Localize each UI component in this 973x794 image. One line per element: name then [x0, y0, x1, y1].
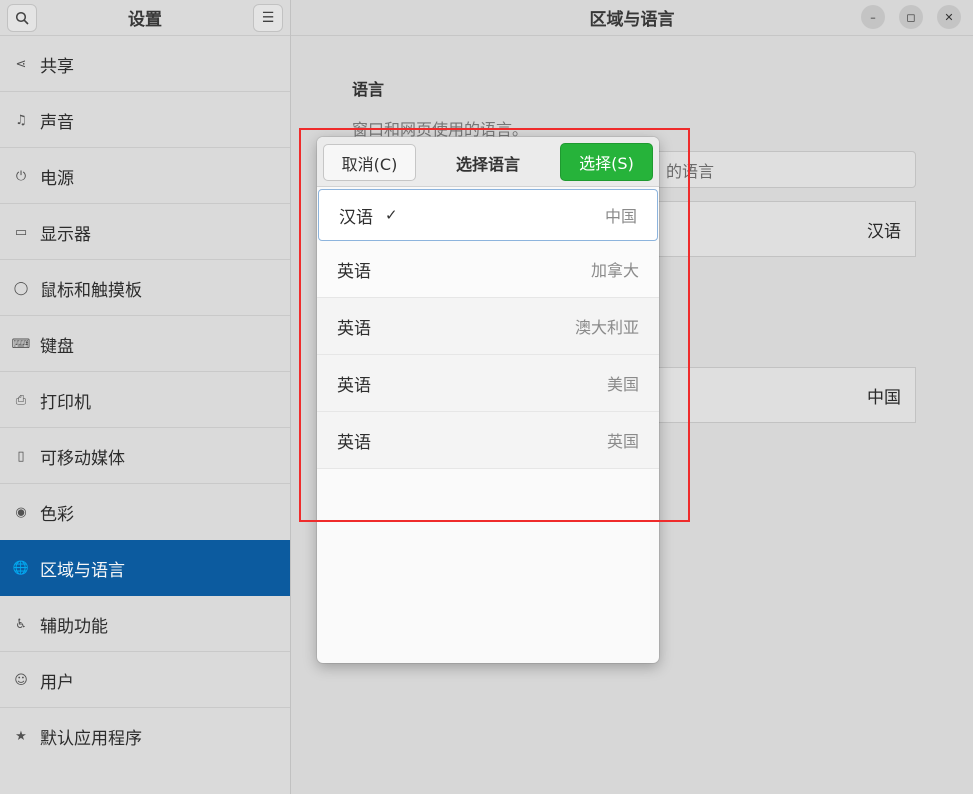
language-name: 汉语: [339, 207, 373, 228]
language-region: 美国: [606, 375, 639, 394]
language-list: 汉语 ✓ 中国 英语 加拿大 英语 澳大利亚 英语 美国 英语 英国: [317, 189, 659, 469]
language-option-left: 英语: [337, 314, 371, 339]
language-option[interactable]: 英语 加拿大: [317, 241, 659, 298]
language-name: 英语: [337, 261, 371, 282]
language-option[interactable]: 英语 英国: [317, 412, 659, 469]
language-option-left: 英语: [337, 371, 371, 396]
language-region: 加拿大: [590, 261, 639, 280]
select-language-dialog: 取消(C) 选择语言 选择(S) 汉语 ✓ 中国 英语 加拿大 英语 澳大利亚 英语 美国 英语英…: [317, 137, 659, 663]
language-region: 澳大利亚: [574, 318, 639, 337]
language-option-left: 英语: [337, 428, 371, 453]
language-name: 英语: [337, 432, 371, 453]
language-option-left: 汉语 ✓: [339, 203, 398, 228]
language-option-left: 英语: [337, 257, 371, 282]
dialog-header: 取消(C) 选择语言 选择(S): [317, 137, 659, 187]
language-name: 英语: [337, 318, 371, 339]
language-region: 中国: [604, 207, 637, 226]
language-option[interactable]: 英语 澳大利亚: [317, 298, 659, 355]
select-button[interactable]: 选择(S): [560, 143, 653, 181]
language-name: 英语: [337, 375, 371, 396]
language-region: 英国: [606, 432, 639, 451]
checkmark-icon: ✓: [385, 206, 398, 224]
language-option[interactable]: 英语 美国: [317, 355, 659, 412]
language-option[interactable]: 汉语 ✓ 中国: [318, 189, 658, 241]
